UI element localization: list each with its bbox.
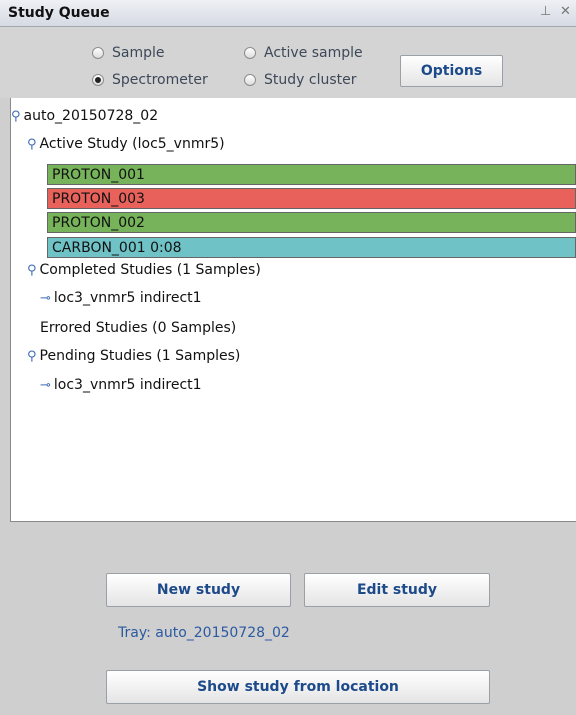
pending-sample-label: loc3_vnmr5 indirect1 — [53, 377, 202, 393]
radio-spectrometer-button[interactable] — [92, 74, 104, 86]
leaf-key-icon: ⊸ — [40, 290, 51, 306]
completed-sample-label: loc3_vnmr5 indirect1 — [53, 290, 202, 306]
node-key-icon: ⚲ — [27, 136, 37, 152]
radio-study-cluster-label: Study cluster — [264, 72, 357, 88]
tree-node-active-study[interactable]: ⚲ Active Study (loc5_vnmr5) — [27, 136, 225, 152]
options-button[interactable]: Options — [400, 55, 503, 87]
node-key-icon: ⚲ — [11, 108, 21, 124]
node-key-icon: ⚲ — [27, 348, 37, 364]
active-study-label: Active Study (loc5_vnmr5) — [39, 136, 225, 152]
study-item-proton-001[interactable]: PROTON_001 — [47, 164, 576, 185]
radio-sample[interactable]: Sample — [92, 45, 165, 61]
edit-study-button[interactable]: Edit study — [304, 573, 490, 607]
tree-root[interactable]: ⚲ auto_20150728_02 — [11, 108, 158, 124]
close-icon[interactable]: ✕ — [560, 4, 571, 19]
show-study-from-location-button[interactable]: Show study from location — [106, 670, 490, 704]
window-title: Study Queue — [8, 5, 110, 21]
radio-active-sample-label: Active sample — [264, 45, 363, 61]
node-key-icon: ⚲ — [27, 262, 37, 278]
tree-node-pending[interactable]: ⚲ Pending Studies (1 Samples) — [27, 348, 240, 364]
study-tree[interactable]: ⚲ auto_20150728_02 ⚲ Active Study (loc5_… — [10, 98, 576, 522]
pin-icon[interactable]: ⊥ — [540, 4, 551, 19]
radio-spectrometer-label: Spectrometer — [112, 72, 208, 88]
radio-sample-label: Sample — [112, 45, 165, 61]
leaf-key-icon: ⊸ — [40, 377, 51, 393]
tree-leaf-completed-sample[interactable]: ⊸ loc3_vnmr5 indirect1 — [40, 290, 202, 306]
radio-sample-button[interactable] — [92, 47, 104, 59]
new-study-button[interactable]: New study — [106, 573, 291, 607]
radio-active-sample-button[interactable] — [244, 47, 256, 59]
pending-label: Pending Studies (1 Samples) — [39, 348, 241, 364]
radio-study-cluster-button[interactable] — [244, 74, 256, 86]
radio-study-cluster[interactable]: Study cluster — [244, 72, 356, 88]
title-bar: Study Queue ⊥ ✕ — [0, 0, 576, 27]
tree-node-errored[interactable]: Errored Studies (0 Samples) — [40, 320, 236, 336]
tree-leaf-pending-sample[interactable]: ⊸ loc3_vnmr5 indirect1 — [40, 377, 202, 393]
completed-label: Completed Studies (1 Samples) — [39, 262, 261, 278]
tray-label: Tray: auto_20150728_02 — [118, 625, 290, 641]
study-item-carbon-001[interactable]: CARBON_001 0:08 — [47, 237, 576, 258]
errored-label: Errored Studies (0 Samples) — [40, 320, 237, 336]
tree-node-completed[interactable]: ⚲ Completed Studies (1 Samples) — [27, 262, 261, 278]
tree-root-label: auto_20150728_02 — [23, 108, 159, 124]
view-options-panel: Sample Active sample Spectrometer Study … — [0, 27, 576, 98]
radio-spectrometer[interactable]: Spectrometer — [92, 72, 208, 88]
study-item-proton-002[interactable]: PROTON_002 — [47, 212, 576, 233]
study-item-proton-003[interactable]: PROTON_003 — [47, 188, 576, 209]
radio-active-sample[interactable]: Active sample — [244, 45, 363, 61]
